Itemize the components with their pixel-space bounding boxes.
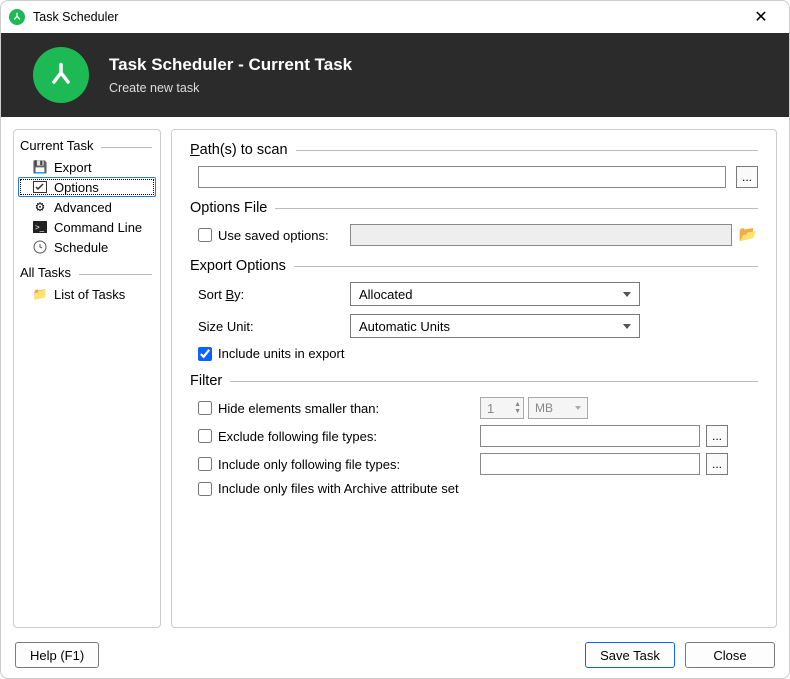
archive-only-check[interactable] <box>198 482 212 496</box>
app-icon <box>9 9 25 25</box>
sidebar-item-label: Options <box>54 180 99 195</box>
section-options-file: Options File Use saved options: 📂 <box>190 200 758 246</box>
sort-by-label: Sort By: <box>190 287 340 302</box>
hide-smaller-spinner: 1 ▲▼ <box>480 397 524 419</box>
sidebar-item-label: Export <box>54 160 92 175</box>
sidebar: Current Task 💾 Export Options ⚙ Advanced… <box>13 129 161 628</box>
sidebar-item-options[interactable]: Options <box>18 177 156 197</box>
sort-by-select[interactable]: Allocated <box>350 282 640 306</box>
include-types-label: Include only following file types: <box>218 457 400 472</box>
section-title-export-options: Export Options <box>190 258 758 274</box>
footer: Help (F1) Save Task Close <box>1 640 789 678</box>
include-units-checkbox[interactable]: Include units in export <box>190 346 344 361</box>
exclude-types-label: Exclude following file types: <box>218 429 377 444</box>
exclude-types-browse-button[interactable]: ... <box>706 425 728 447</box>
hide-smaller-checkbox[interactable]: Hide elements smaller than: <box>190 401 470 416</box>
exclude-types-check[interactable] <box>198 429 212 443</box>
sidebar-item-label: Advanced <box>54 200 112 215</box>
sidebar-item-command-line[interactable]: >_ Command Line <box>18 217 156 237</box>
close-button[interactable]: Close <box>685 642 775 668</box>
include-types-check[interactable] <box>198 457 212 471</box>
section-title-filter: Filter <box>190 373 758 389</box>
header-text: Task Scheduler - Current Task Create new… <box>109 55 352 95</box>
section-title-paths: Path(s) to scan <box>190 142 758 158</box>
hide-smaller-unit-select: MB <box>528 397 588 419</box>
include-types-browse-button[interactable]: ... <box>706 453 728 475</box>
save-task-button[interactable]: Save Task <box>585 642 675 668</box>
options-file-browse-button[interactable]: 📂 <box>738 224 758 244</box>
exclude-types-input[interactable] <box>480 425 700 447</box>
section-export-options: Export Options Sort By: Allocated Size U… <box>190 258 758 361</box>
sidebar-item-advanced[interactable]: ⚙ Advanced <box>18 197 156 217</box>
sidebar-item-label: List of Tasks <box>54 287 125 302</box>
size-unit-select[interactable]: Automatic Units <box>350 314 640 338</box>
archive-only-checkbox[interactable]: Include only files with Archive attribut… <box>190 481 459 496</box>
include-types-input[interactable] <box>480 453 700 475</box>
sidebar-item-label: Command Line <box>54 220 142 235</box>
include-units-check[interactable] <box>198 347 212 361</box>
window-title: Task Scheduler <box>33 10 741 24</box>
sidebar-group-current-task: Current Task <box>18 136 156 157</box>
body: Current Task 💾 Export Options ⚙ Advanced… <box>1 117 789 640</box>
section-title-options-file: Options File <box>190 200 758 216</box>
header-title: Task Scheduler - Current Task <box>109 55 352 75</box>
paths-input[interactable] <box>198 166 726 188</box>
include-types-checkbox[interactable]: Include only following file types: <box>190 457 470 472</box>
use-saved-options-checkbox[interactable]: Use saved options: <box>198 228 340 243</box>
archive-only-label: Include only files with Archive attribut… <box>218 481 459 496</box>
include-units-label: Include units in export <box>218 346 344 361</box>
size-unit-label: Size Unit: <box>190 319 340 334</box>
sidebar-item-schedule[interactable]: Schedule <box>18 237 156 257</box>
use-saved-options-label: Use saved options: <box>218 228 329 243</box>
header-logo-icon <box>33 47 89 103</box>
sidebar-item-list-of-tasks[interactable]: 📁 List of Tasks <box>18 284 156 304</box>
checkbox-icon <box>32 179 48 195</box>
sidebar-item-export[interactable]: 💾 Export <box>18 157 156 177</box>
options-file-path-input <box>350 224 732 246</box>
exclude-types-checkbox[interactable]: Exclude following file types: <box>190 429 470 444</box>
sidebar-item-label: Schedule <box>54 240 108 255</box>
section-filter: Filter Hide elements smaller than: 1 ▲▼ … <box>190 373 758 496</box>
titlebar: Task Scheduler ✕ <box>1 1 789 33</box>
close-icon[interactable]: ✕ <box>741 1 781 33</box>
hide-smaller-check[interactable] <box>198 401 212 415</box>
paths-browse-button[interactable]: ... <box>736 166 758 188</box>
header: Task Scheduler - Current Task Create new… <box>1 33 789 117</box>
use-saved-options-check[interactable] <box>198 228 212 242</box>
clock-icon <box>32 239 48 255</box>
main-panel: Path(s) to scan ... Options File Use sav… <box>171 129 777 628</box>
hide-smaller-label: Hide elements smaller than: <box>218 401 379 416</box>
svg-text:>_: >_ <box>35 223 45 232</box>
section-paths: Path(s) to scan ... <box>190 142 758 188</box>
terminal-icon: >_ <box>32 219 48 235</box>
gear-icon: ⚙ <box>32 199 48 215</box>
header-subtitle: Create new task <box>109 81 352 95</box>
folder-icon: 📁 <box>32 286 48 302</box>
save-icon: 💾 <box>32 159 48 175</box>
sidebar-group-all-tasks: All Tasks <box>18 263 156 284</box>
help-button[interactable]: Help (F1) <box>15 642 99 668</box>
